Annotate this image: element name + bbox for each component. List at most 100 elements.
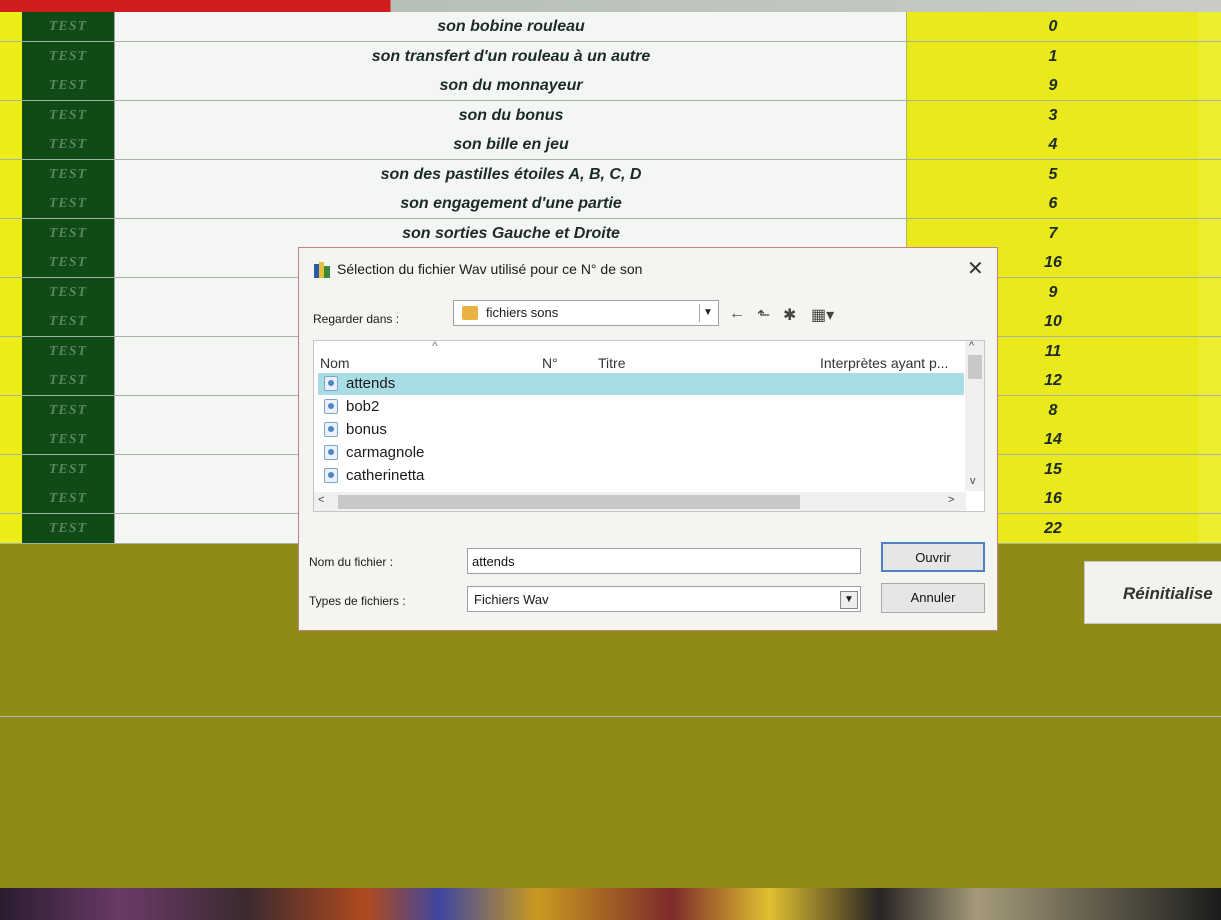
sound-number[interactable]: 7 bbox=[906, 218, 1199, 248]
test-button[interactable]: TEST bbox=[22, 395, 114, 425]
file-item[interactable]: attends bbox=[318, 373, 964, 395]
audio-file-icon bbox=[324, 468, 338, 483]
table-row: TEST son bille en jeu 4 bbox=[0, 130, 1221, 160]
test-button[interactable]: TEST bbox=[22, 366, 114, 395]
test-button[interactable]: TEST bbox=[22, 159, 114, 189]
chevron-down-icon[interactable]: ▼ bbox=[840, 591, 858, 609]
folder-icon bbox=[462, 306, 478, 320]
sound-number[interactable]: 0 bbox=[906, 12, 1199, 41]
row-pad bbox=[1198, 454, 1221, 484]
filetype-value: Fichiers Wav bbox=[474, 592, 549, 607]
sound-number[interactable]: 4 bbox=[906, 130, 1199, 159]
test-button[interactable]: TEST bbox=[22, 189, 114, 218]
row-pad bbox=[1198, 336, 1221, 366]
open-button[interactable]: Ouvrir bbox=[881, 542, 985, 572]
filename-label: Nom du fichier : bbox=[309, 555, 394, 569]
vertical-scroll-thumb[interactable] bbox=[968, 355, 982, 379]
file-item[interactable]: bob2 bbox=[318, 396, 964, 418]
test-button[interactable]: TEST bbox=[22, 130, 114, 159]
cancel-button[interactable]: Annuler bbox=[881, 583, 985, 613]
taskbar bbox=[0, 888, 1221, 920]
lookin-dropdown[interactable]: fichiers sons ▼ bbox=[453, 300, 719, 326]
row-marker bbox=[0, 336, 22, 366]
test-button[interactable]: TEST bbox=[22, 336, 114, 366]
file-name: carmagnole bbox=[346, 444, 425, 461]
filetype-label: Types de fichiers : bbox=[309, 594, 406, 608]
scroll-left-icon[interactable]: < bbox=[318, 494, 324, 506]
row-pad bbox=[1198, 12, 1221, 41]
sound-number[interactable]: 3 bbox=[906, 100, 1199, 130]
test-button[interactable]: TEST bbox=[22, 513, 114, 543]
horizontal-scroll-thumb[interactable] bbox=[338, 495, 800, 509]
test-button[interactable]: TEST bbox=[22, 41, 114, 71]
column-header-number[interactable]: N° bbox=[542, 355, 558, 371]
test-button[interactable]: TEST bbox=[22, 484, 114, 513]
column-header-title[interactable]: Titre bbox=[598, 355, 625, 371]
file-item[interactable]: carmagnole bbox=[318, 442, 964, 464]
sound-label: son transfert d'un rouleau à un autre bbox=[114, 41, 907, 71]
view-menu-icon[interactable]: ▦▾ bbox=[811, 305, 834, 325]
row-pad bbox=[1198, 513, 1221, 543]
scroll-down-icon[interactable]: v bbox=[970, 475, 976, 487]
sound-label: son bobine rouleau bbox=[114, 12, 907, 41]
divider bbox=[0, 716, 1221, 717]
test-button[interactable]: TEST bbox=[22, 277, 114, 307]
back-arrow-icon[interactable]: ← bbox=[729, 305, 745, 323]
row-marker bbox=[0, 41, 22, 71]
file-name: bob2 bbox=[346, 398, 380, 415]
row-marker bbox=[0, 513, 22, 543]
sound-number[interactable]: 6 bbox=[906, 189, 1199, 218]
table-row: TEST son sorties Gauche et Droite 7 bbox=[0, 218, 1221, 249]
file-open-dialog: Sélection du fichier Wav utilisé pour ce… bbox=[298, 247, 998, 631]
file-item[interactable]: catherinetta bbox=[318, 465, 964, 487]
file-item[interactable]: bonus bbox=[318, 419, 964, 441]
sound-number[interactable]: 5 bbox=[906, 159, 1199, 189]
scroll-right-icon[interactable]: > bbox=[948, 494, 954, 506]
audio-file-icon bbox=[324, 445, 338, 460]
column-header-name[interactable]: Nom bbox=[320, 355, 350, 371]
header-strip bbox=[0, 0, 1221, 12]
test-button[interactable]: TEST bbox=[22, 248, 114, 277]
app-icon bbox=[314, 262, 330, 278]
table-row: TEST son engagement d'une partie 6 bbox=[0, 189, 1221, 219]
row-marker bbox=[0, 130, 22, 159]
row-marker bbox=[0, 307, 22, 336]
filename-input[interactable] bbox=[467, 548, 861, 574]
scroll-up-icon[interactable]: ^ bbox=[969, 341, 974, 352]
sound-label: son engagement d'une partie bbox=[114, 189, 907, 218]
test-button[interactable]: TEST bbox=[22, 454, 114, 484]
up-folder-icon[interactable]: ⬑ bbox=[757, 305, 770, 325]
sound-number[interactable]: 9 bbox=[906, 71, 1199, 100]
row-marker bbox=[0, 425, 22, 454]
close-icon[interactable]: ✕ bbox=[967, 256, 984, 281]
test-button[interactable]: TEST bbox=[22, 307, 114, 336]
column-header-artists[interactable]: Interprètes ayant p... bbox=[820, 355, 948, 371]
table-row: TEST son des pastilles étoiles A, B, C, D… bbox=[0, 159, 1221, 190]
row-marker bbox=[0, 277, 22, 307]
test-button[interactable]: TEST bbox=[22, 425, 114, 454]
chevron-down-icon[interactable]: ▼ bbox=[699, 304, 716, 322]
filetype-dropdown[interactable]: Fichiers Wav ▼ bbox=[467, 586, 861, 612]
lookin-value: fichiers sons bbox=[486, 305, 559, 320]
file-name: bonus bbox=[346, 421, 387, 438]
row-marker bbox=[0, 189, 22, 218]
test-button[interactable]: TEST bbox=[22, 218, 114, 248]
row-pad bbox=[1198, 395, 1221, 425]
reinitialise-button[interactable]: Réinitialise bbox=[1084, 561, 1221, 624]
row-pad bbox=[1198, 218, 1221, 248]
new-folder-icon[interactable]: ✱ bbox=[783, 305, 796, 325]
row-pad bbox=[1198, 100, 1221, 130]
sound-label: son du monnayeur bbox=[114, 71, 907, 100]
test-button[interactable]: TEST bbox=[22, 12, 114, 41]
row-pad bbox=[1198, 41, 1221, 71]
row-pad bbox=[1198, 248, 1221, 277]
table-row: TEST son bobine rouleau 0 bbox=[0, 12, 1221, 42]
test-button[interactable]: TEST bbox=[22, 100, 114, 130]
sound-number[interactable]: 1 bbox=[906, 41, 1199, 71]
sound-label: son bille en jeu bbox=[114, 130, 907, 159]
file-name: catherinetta bbox=[346, 467, 425, 484]
test-button[interactable]: TEST bbox=[22, 71, 114, 100]
row-marker bbox=[0, 248, 22, 277]
row-pad bbox=[1198, 130, 1221, 159]
row-marker bbox=[0, 218, 22, 248]
